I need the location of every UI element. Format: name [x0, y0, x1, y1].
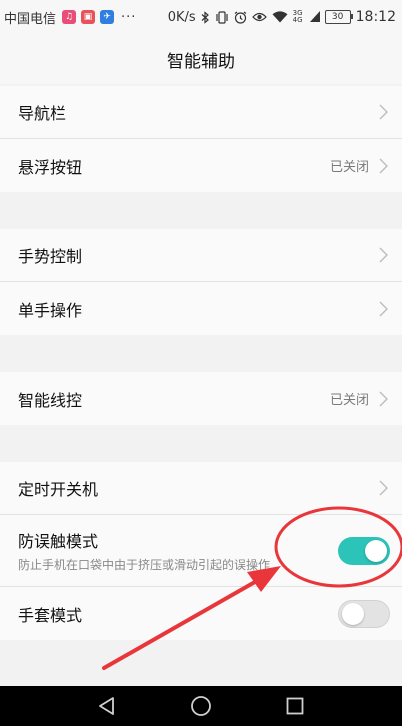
setting-description: 防止手机在口袋中由于挤压或滑动引起的误操作 — [18, 558, 271, 572]
settings-group-navigation: 导航栏 悬浮按钮 已关闭 — [0, 86, 402, 192]
setting-floating-button[interactable]: 悬浮按钮 已关闭 — [0, 139, 402, 192]
setting-label: 手套模式 — [18, 605, 83, 625]
carrier-name: 中国电信 — [4, 11, 57, 27]
clock: 18:12 — [355, 9, 396, 25]
setting-label: 单手操作 — [18, 300, 83, 320]
network-type-label: 3G 4G — [292, 9, 303, 24]
setting-accidental-touch-mode: 防误触模式 防止手机在口袋中由于挤压或滑动引起的误操作 — [0, 515, 402, 587]
vibrate-icon — [215, 10, 229, 24]
wifi-icon — [272, 11, 288, 23]
home-icon[interactable] — [181, 686, 221, 726]
chevron-right-icon — [379, 104, 388, 120]
setting-status: 已关闭 — [329, 160, 369, 175]
page-title: 智能辅助 — [0, 34, 402, 84]
recents-icon[interactable] — [275, 686, 315, 726]
back-icon[interactable] — [87, 686, 127, 726]
setting-status: 已关闭 — [329, 393, 369, 408]
glove-mode-toggle[interactable] — [338, 599, 390, 628]
eye-comfort-icon — [251, 11, 267, 23]
setting-gesture-control[interactable]: 手势控制 — [0, 229, 402, 282]
signal-bars-icon — [309, 11, 320, 23]
setting-one-hand-mode[interactable]: 单手操作 — [0, 282, 402, 335]
chevron-right-icon — [379, 300, 388, 317]
store-app-icon: ▣ — [81, 10, 96, 24]
chevron-right-icon — [379, 157, 388, 174]
setting-label: 定时开关机 — [18, 480, 99, 499]
settings-group-wire-control: 智能线控 已关闭 — [0, 372, 402, 425]
setting-label: 手势控制 — [18, 247, 83, 266]
music-app-icon: ♫ — [62, 10, 77, 24]
status-bar: 中国电信 ♫ ▣ ✈ ··· 0K/s 3G 4G 30 18:12 — [0, 0, 402, 34]
setting-scheduled-power[interactable]: 定时开关机 — [0, 462, 402, 515]
setting-navigation-bar[interactable]: 导航栏 — [0, 86, 402, 139]
chevron-right-icon — [379, 247, 388, 263]
setting-label: 智能线控 — [18, 390, 83, 410]
setting-label: 导航栏 — [18, 104, 67, 123]
sports-app-icon: ✈ — [100, 10, 115, 24]
more-notifications-icon: ··· — [121, 9, 137, 25]
bluetooth-icon — [201, 10, 210, 24]
setting-label: 防误触模式 — [18, 532, 99, 551]
setting-label: 悬浮按钮 — [18, 157, 83, 177]
accidental-touch-toggle[interactable] — [338, 536, 390, 565]
chevron-right-icon — [379, 480, 388, 496]
setting-smart-wire-control[interactable]: 智能线控 已关闭 — [0, 372, 402, 425]
network-speed: 0K/s — [167, 9, 196, 25]
toggle-knob — [365, 539, 387, 562]
toggle-knob — [342, 602, 364, 625]
chevron-right-icon — [379, 390, 388, 407]
cellular-signal-icon: 3G 4G — [293, 10, 305, 24]
settings-group-misc: 定时开关机 防误触模式 防止手机在口袋中由于挤压或滑动引起的误操作 手套模式 — [0, 462, 402, 640]
settings-group-gestures: 手势控制 单手操作 — [0, 229, 402, 335]
alarm-icon — [234, 11, 247, 24]
system-nav-bar — [0, 686, 402, 726]
setting-glove-mode: 手套模式 — [0, 587, 402, 640]
battery-icon: 30 — [324, 10, 353, 24]
